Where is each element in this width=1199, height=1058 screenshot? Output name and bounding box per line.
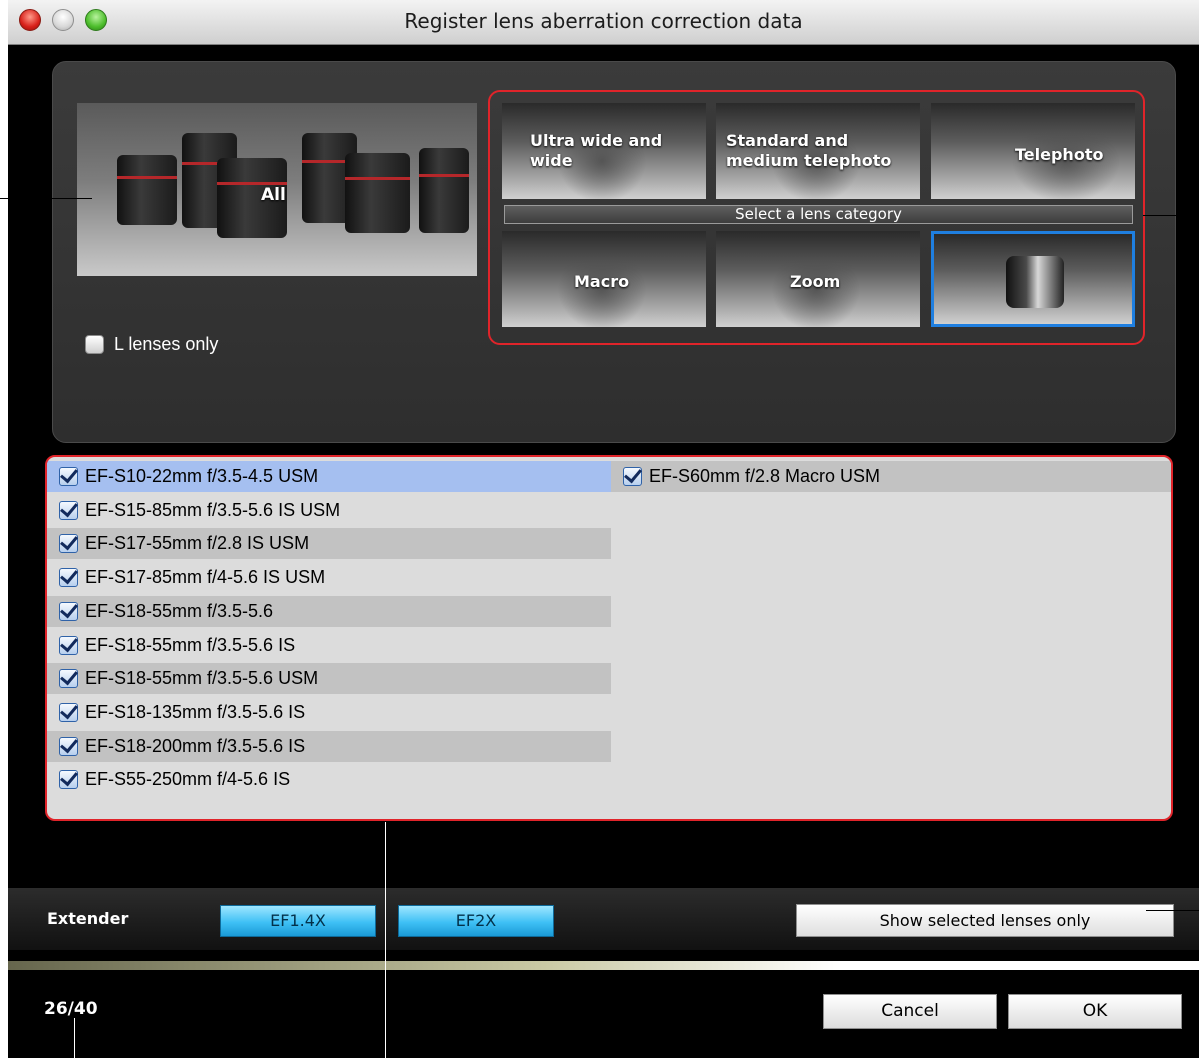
category-macro-button[interactable]: Macro — [502, 231, 706, 327]
lens-list-item[interactable]: EF-S10-22mm f/3.5-4.5 USM — [47, 461, 611, 492]
cancel-button[interactable]: Cancel — [823, 994, 997, 1029]
extender-ef14x-button[interactable]: EF1.4X — [220, 905, 376, 937]
select-category-caption: Select a lens category — [504, 205, 1133, 224]
all-lenses-button[interactable]: All — [77, 103, 477, 276]
selected-count: 26/40 — [44, 999, 98, 1019]
lens-icon — [345, 153, 410, 233]
lens-name: EF-S18-135mm f/3.5-5.6 IS — [85, 701, 306, 722]
ok-button[interactable]: OK — [1008, 994, 1182, 1029]
lens-name: EF-S60mm f/2.8 Macro USM — [649, 466, 881, 486]
lens-list-item[interactable]: EF-S18-55mm f/3.5-5.6 — [47, 595, 611, 627]
lens-checkbox-checked[interactable] — [59, 601, 78, 621]
category-standard-button[interactable]: Standard and medium telephoto — [716, 103, 920, 199]
show-selected-lenses-button[interactable]: Show selected lenses only — [796, 904, 1174, 937]
checkbox-unchecked[interactable] — [85, 335, 104, 354]
lens-list-item[interactable]: EF-S55-250mm f/4-5.6 IS — [47, 764, 611, 795]
window-title: Register lens aberration correction data — [404, 9, 803, 33]
category-label: Macro — [574, 272, 630, 291]
lens-name: EF-S17-55mm f/2.8 IS USM — [85, 533, 310, 554]
lens-name: EF-S55-250mm f/4-5.6 IS — [85, 769, 291, 790]
lens-checklist[interactable]: EF-S10-22mm f/3.5-4.5 USM EF-S15-85mm f/3… — [45, 455, 1173, 821]
lens-name: EF-S18-55mm f/3.5-5.6 — [85, 600, 274, 621]
callout-line — [385, 822, 386, 1058]
category-ultra-wide-button[interactable]: Ultra wide and wide — [502, 103, 706, 199]
callout-line — [74, 1018, 75, 1058]
category-efs-button[interactable] — [931, 231, 1135, 327]
lens-name: EF-S18-55mm f/3.5-5.6 IS — [85, 634, 296, 655]
lens-list-item[interactable]: EF-S17-85mm f/4-5.6 IS USM — [47, 562, 611, 593]
lens-checkbox-checked[interactable] — [59, 702, 78, 722]
category-label: Zoom — [790, 272, 841, 291]
lens-checkbox-checked[interactable] — [59, 500, 78, 520]
lens-list-item[interactable]: EF-S18-55mm f/3.5-5.6 USM — [47, 663, 611, 695]
lens-image — [1011, 133, 1121, 199]
lens-checkbox-checked[interactable] — [59, 736, 78, 756]
extender-label: Extender — [47, 909, 129, 928]
register-lens-dialog: Register lens aberration correction data… — [8, 0, 1199, 1058]
lens-checkbox-checked[interactable] — [59, 635, 78, 655]
callout-line — [1143, 215, 1199, 216]
lens-list-item[interactable]: EF-S18-135mm f/3.5-5.6 IS — [47, 697, 611, 728]
lens-image — [771, 261, 861, 327]
category-label: Ultra wide and wide — [530, 131, 663, 170]
lens-list-item[interactable]: EF-S60mm f/2.8 Macro USM — [611, 461, 1171, 492]
lens-name: EF-S18-200mm f/3.5-5.6 IS — [85, 735, 306, 756]
extender-ef2x-button[interactable]: EF2X — [398, 905, 554, 937]
callout-line — [1146, 910, 1199, 911]
lens-name: EF-S15-85mm f/3.5-5.6 IS USM — [85, 499, 341, 520]
lens-list-item[interactable]: EF-S15-85mm f/3.5-5.6 IS USM — [47, 495, 611, 526]
progress-track — [8, 961, 1199, 970]
lens-checkbox-checked[interactable] — [59, 467, 78, 486]
efs-lens-icon — [1006, 256, 1064, 308]
lens-name: EF-S10-22mm f/3.5-4.5 USM — [85, 466, 319, 486]
lens-icon — [419, 148, 469, 233]
lens-icon — [117, 155, 177, 225]
lens-name: EF-S18-55mm f/3.5-5.6 USM — [85, 668, 319, 689]
l-lenses-only-label: L lenses only — [114, 334, 219, 354]
lens-checkbox-checked[interactable] — [59, 669, 78, 689]
lens-name: EF-S17-85mm f/4-5.6 IS USM — [85, 567, 326, 588]
lens-checkbox-checked[interactable] — [623, 467, 642, 486]
category-label: Telephoto — [1015, 145, 1104, 164]
callout-line — [0, 198, 92, 199]
lens-list-item[interactable]: EF-S18-200mm f/3.5-5.6 IS — [47, 730, 611, 762]
all-label: All — [261, 185, 286, 205]
lens-checkbox-checked[interactable] — [59, 534, 78, 554]
category-label: Standard and medium telephoto — [726, 131, 892, 170]
category-telephoto-button[interactable]: Telephoto — [931, 103, 1135, 199]
category-zoom-button[interactable]: Zoom — [716, 231, 920, 327]
lens-image — [557, 261, 647, 327]
lens-checkbox-checked[interactable] — [59, 568, 78, 588]
title-bar: Register lens aberration correction data — [8, 0, 1199, 45]
lens-list-item[interactable]: EF-S18-55mm f/3.5-5.6 IS — [47, 630, 611, 661]
lens-checkbox-checked[interactable] — [59, 770, 78, 790]
lens-list-item[interactable]: EF-S17-55mm f/2.8 IS USM — [47, 528, 611, 560]
